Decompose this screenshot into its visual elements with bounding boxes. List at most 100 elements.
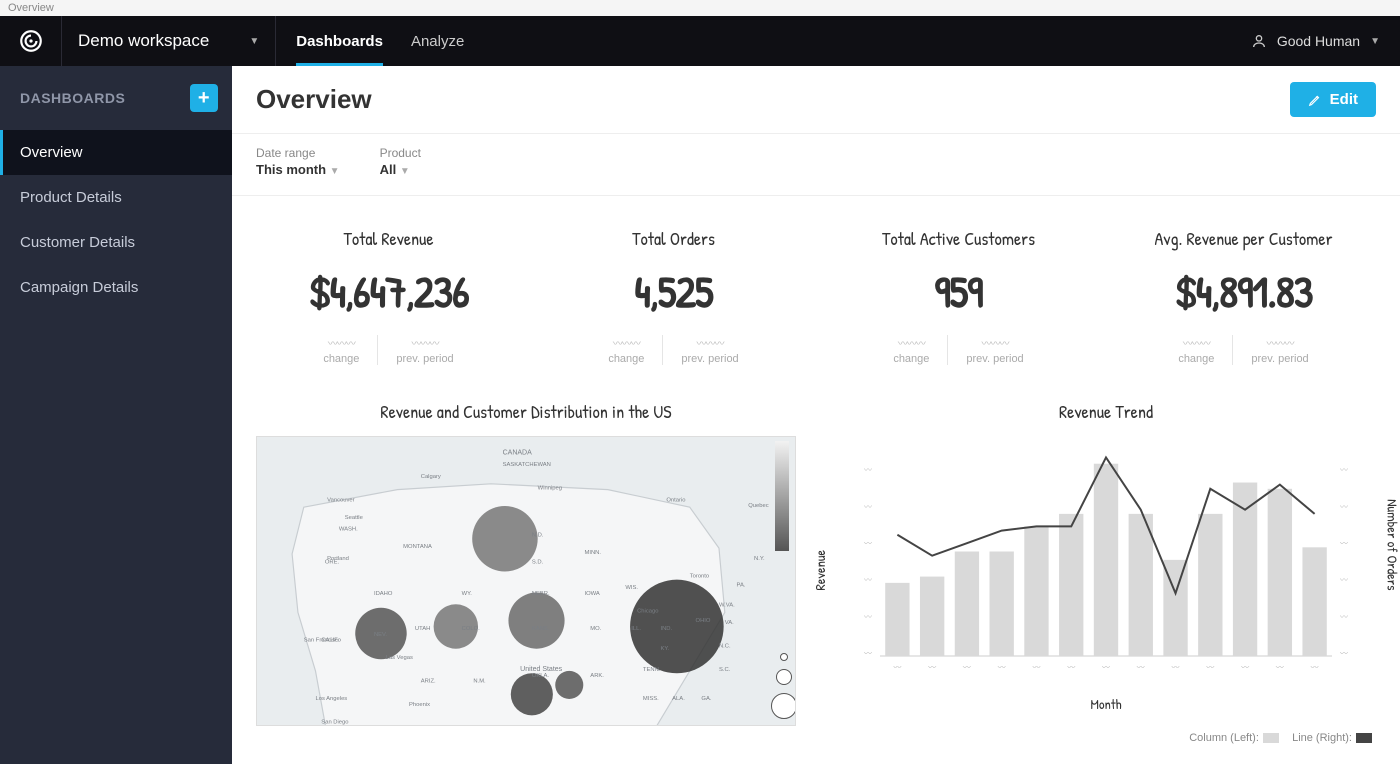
svg-text:Toronto: Toronto <box>690 573 709 579</box>
legend-line-label: Line (Right): <box>1292 732 1352 744</box>
svg-text:〰: 〰 <box>1311 663 1319 673</box>
svg-text:Calgary: Calgary <box>421 474 441 480</box>
kpi-card: Total Revenue$4,647,236〰〰〰change〰〰〰prev.… <box>256 226 521 365</box>
kpi-row: Total Revenue$4,647,236〰〰〰change〰〰〰prev.… <box>232 196 1400 389</box>
sidebar-item-customer-details[interactable]: Customer Details <box>0 220 232 265</box>
svg-text:N.D.: N.D. <box>532 532 544 538</box>
us-map: United StatesMEXICOCANADAWASH.MONTANAORE… <box>257 437 795 726</box>
svg-text:MO.: MO. <box>590 626 601 632</box>
tab-analyze[interactable]: Analyze <box>411 16 464 66</box>
svg-text:〰: 〰 <box>1102 663 1110 673</box>
svg-text:WY.: WY. <box>462 591 473 597</box>
page-title: Overview <box>256 84 372 115</box>
map-canvas[interactable]: United StatesMEXICOCANADAWASH.MONTANAORE… <box>256 436 796 726</box>
svg-text:WASH.: WASH. <box>339 527 358 533</box>
sidebar-item-product-details[interactable]: Product Details <box>0 175 232 220</box>
svg-text:Seattle: Seattle <box>345 515 363 521</box>
svg-text:WIS.: WIS. <box>625 585 638 591</box>
kpi-card: Total Active Customers959〰〰〰change〰〰〰pre… <box>826 226 1091 365</box>
svg-text:〰: 〰 <box>864 466 872 476</box>
chart-title: Revenue and Customer Distribution in the… <box>256 399 796 424</box>
filter-label: Product <box>380 146 421 160</box>
map-chart: Revenue and Customer Distribution in the… <box>256 399 796 744</box>
sidebar-item-campaign-details[interactable]: Campaign Details <box>0 265 232 310</box>
svg-text:〰: 〰 <box>1340 612 1348 622</box>
kpi-title: Total Orders <box>541 226 806 251</box>
svg-text:〰: 〰 <box>1340 576 1348 586</box>
svg-text:Phoenix: Phoenix <box>409 702 430 708</box>
filter-product[interactable]: Product All ▼ <box>380 146 421 177</box>
x-axis-label: Month <box>836 695 1376 714</box>
svg-text:〰: 〰 <box>1137 663 1145 673</box>
app-logo[interactable] <box>0 16 62 66</box>
map-size-legend <box>771 653 796 719</box>
chevron-down-icon: ▼ <box>330 166 340 177</box>
chevron-down-icon: ▼ <box>249 36 259 47</box>
svg-text:W.VA.: W.VA. <box>719 603 735 609</box>
svg-text:ARK.: ARK. <box>590 673 604 679</box>
user-menu[interactable]: Good Human ▼ <box>1231 33 1400 49</box>
top-bar: Demo workspace ▼ Dashboards Analyze Good… <box>0 16 1400 66</box>
add-dashboard-button[interactable]: + <box>190 84 218 112</box>
svg-text:〰: 〰 <box>1340 502 1348 512</box>
svg-text:〰: 〰 <box>1206 663 1214 673</box>
filter-value: All <box>380 162 397 177</box>
svg-text:〰: 〰 <box>1032 663 1040 673</box>
kpi-card: Avg. Revenue per Customer$4,891.83〰〰〰cha… <box>1111 226 1376 365</box>
svg-text:GA.: GA. <box>701 696 711 702</box>
svg-text:〰: 〰 <box>1067 663 1075 673</box>
sidebar-title: DASHBOARDS <box>20 90 125 106</box>
svg-text:Winnipeg: Winnipeg <box>538 486 562 492</box>
main-tabs: Dashboards Analyze <box>276 16 484 66</box>
chevron-down-icon: ▼ <box>1370 36 1380 47</box>
svg-text:UTAH: UTAH <box>415 626 430 632</box>
svg-text:VA.: VA. <box>725 620 734 626</box>
svg-text:Las Vegas: Las Vegas <box>386 655 413 661</box>
svg-text:San Francisco: San Francisco <box>304 638 341 644</box>
svg-text:MONTANA: MONTANA <box>403 544 432 550</box>
svg-text:N.M.: N.M. <box>473 679 486 685</box>
trend-svg: 〰〰〰〰〰〰〰〰〰〰〰〰〰〰〰〰〰〰〰〰〰〰〰〰〰 <box>836 436 1376 686</box>
svg-text:TEX.: TEX. <box>538 725 551 726</box>
y-axis-label: Revenue <box>811 550 830 591</box>
chevron-down-icon: ▼ <box>400 166 410 177</box>
workspace-switcher[interactable]: Demo workspace ▼ <box>62 16 276 66</box>
svg-text:N.Y.: N.Y. <box>754 556 765 562</box>
svg-text:NEV.: NEV. <box>374 632 387 638</box>
svg-text:〰: 〰 <box>998 663 1006 673</box>
sidebar-item-overview[interactable]: Overview <box>0 130 232 175</box>
y2-axis-label: Number of Orders <box>1382 499 1400 590</box>
kpi-value: 4,525 <box>541 261 806 321</box>
svg-text:S.D.: S.D. <box>532 559 544 565</box>
tab-dashboards[interactable]: Dashboards <box>296 16 383 66</box>
svg-text:Ciudad Juárez: Ciudad Juárez <box>462 725 500 726</box>
pencil-icon <box>1308 93 1322 107</box>
map-color-legend <box>775 441 789 551</box>
svg-text:〰: 〰 <box>928 663 936 673</box>
svg-text:S.C.: S.C. <box>719 667 731 673</box>
svg-text:OKLA.: OKLA. <box>532 673 550 679</box>
filter-date-range[interactable]: Date range This month ▼ <box>256 146 340 177</box>
filter-value: This month <box>256 162 326 177</box>
user-icon <box>1251 33 1267 49</box>
svg-text:OHIO: OHIO <box>696 618 711 624</box>
svg-text:KY.: KY. <box>660 646 669 652</box>
kpi-title: Avg. Revenue per Customer <box>1111 226 1376 251</box>
svg-text:Portland: Portland <box>327 556 349 562</box>
svg-text:MINN.: MINN. <box>584 550 601 556</box>
svg-text:IND.: IND. <box>660 626 672 632</box>
kpi-title: Total Active Customers <box>826 226 1091 251</box>
trend-canvas[interactable]: Revenue Number of Orders 〰〰〰〰〰〰〰〰〰〰〰〰〰〰〰… <box>836 436 1376 726</box>
edit-button[interactable]: Edit <box>1290 82 1376 117</box>
svg-text:CANADA: CANADA <box>503 450 533 457</box>
svg-text:Chicago: Chicago <box>637 608 658 614</box>
svg-text:NEBR.: NEBR. <box>532 591 550 597</box>
filter-label: Date range <box>256 146 340 160</box>
browser-tab: Overview <box>0 0 1400 16</box>
main-content: Overview Edit Date range This month ▼ Pr… <box>232 66 1400 764</box>
edit-label: Edit <box>1330 91 1358 108</box>
svg-text:Ontario: Ontario <box>666 497 685 503</box>
svg-text:〰: 〰 <box>864 502 872 512</box>
svg-text:San Diego: San Diego <box>321 720 348 726</box>
svg-text:TENN.: TENN. <box>643 667 661 673</box>
